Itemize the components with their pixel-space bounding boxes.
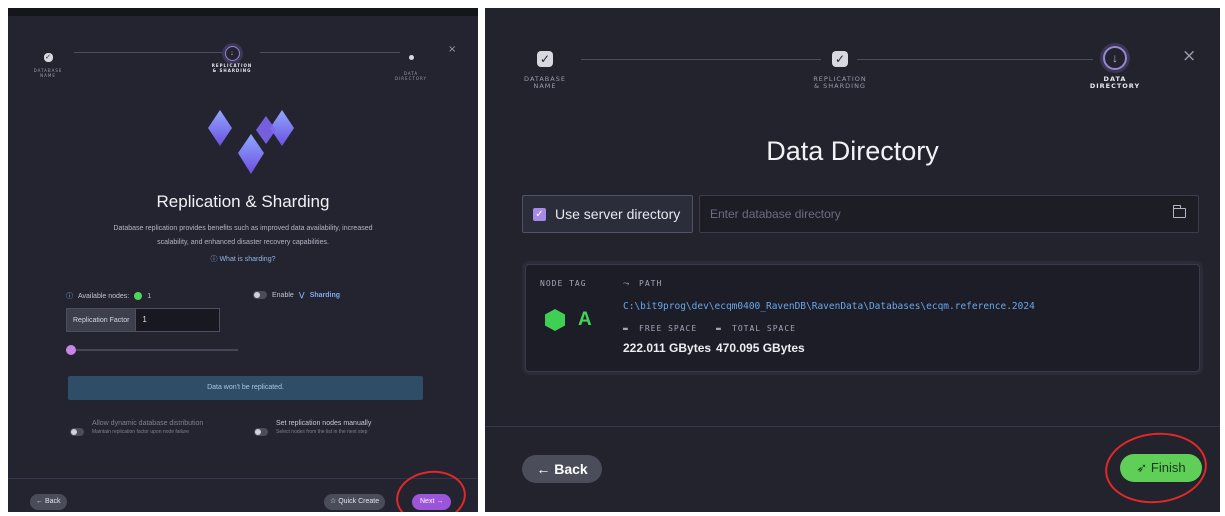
back-button[interactable]: ← Back: [522, 455, 602, 483]
stepper-line: [260, 52, 400, 53]
drive-icon: ▬: [716, 324, 722, 333]
step-data-directory-label: DATA DIRECTORY: [1089, 75, 1141, 91]
stepper-line: [857, 59, 1093, 60]
quick-create-label: Quick Create: [338, 498, 380, 505]
back-label: Back: [554, 461, 588, 477]
quick-create-button[interactable]: ☆ Quick Create: [324, 494, 386, 510]
dynamic-distribution-text: Allow dynamic database distribution Main…: [92, 420, 203, 435]
description-text: Database replication provides benefits s…: [113, 225, 373, 246]
info-banner: Data won't be replicated.: [68, 376, 423, 400]
available-nodes-count: 1: [147, 292, 152, 300]
path-icon: ⤳: [623, 279, 631, 288]
node-tag-label: NODE TAG: [540, 279, 587, 288]
what-is-sharding-link[interactable]: ⓘ What is sharding?: [8, 254, 478, 264]
replication-factor-label: Replication Factor: [66, 308, 137, 332]
drive-icon: ▬: [623, 324, 629, 333]
check-icon: ✓: [43, 52, 53, 62]
enable-label: Enable: [272, 291, 294, 299]
dynamic-distribution-subtitle: Maintain replication factor upon node fa…: [92, 429, 190, 435]
dynamic-distribution-title: Allow dynamic database distribution: [92, 420, 204, 427]
sharding-label: Sharding: [309, 291, 341, 299]
total-space-value: 470.095 GBytes: [716, 341, 805, 355]
close-icon[interactable]: ×: [448, 44, 456, 55]
replication-factor-field: Replication Factor 1: [66, 308, 221, 332]
star-icon: ☆: [330, 498, 337, 505]
manual-nodes-text: Set replication nodes manually Select no…: [276, 420, 371, 435]
page-title: Data Directory: [766, 136, 939, 166]
arrow-left-icon: ←: [36, 498, 43, 505]
what-is-sharding-label: What is sharding?: [219, 256, 276, 263]
arrow-left-icon: ←: [536, 461, 551, 477]
step-data-directory[interactable]: DATA DIRECTORY: [388, 47, 434, 81]
step-database-name[interactable]: ✓ DATABASE NAME: [515, 50, 575, 91]
toggle-switch[interactable]: [254, 428, 268, 436]
enable-sharding-toggle[interactable]: Enable ⋁ Sharding: [253, 291, 340, 299]
info-icon: ⓘ: [210, 256, 218, 263]
manual-nodes-subtitle: Select nodes from the list in the next s…: [276, 429, 368, 435]
check-icon: ✓: [832, 51, 848, 67]
check-icon: ✓: [537, 51, 553, 67]
use-server-directory-label: Use server directory: [555, 206, 681, 222]
manual-nodes-toggle[interactable]: Set replication nodes manually Select no…: [254, 420, 371, 436]
page-title: Replication & Sharding: [156, 192, 330, 211]
total-space-label: TOTAL SPACE: [732, 324, 796, 333]
path-label: PATH: [639, 279, 663, 288]
pending-dot-icon: [408, 55, 414, 60]
footer-divider: [485, 426, 1220, 427]
toggle-switch[interactable]: [253, 291, 267, 299]
database-directory-input[interactable]: Enter database directory: [699, 195, 1199, 233]
slider-handle[interactable]: [66, 345, 76, 355]
path-value: C:\bit9prog\dev\ecqm0400_RavenDB\RavenDa…: [623, 301, 1035, 312]
available-nodes: ⓘ Available nodes: 1: [66, 291, 151, 301]
toggle-switch[interactable]: [70, 428, 84, 436]
free-space-value: 222.011 GBytes: [623, 341, 712, 355]
stepper-line: [581, 59, 821, 60]
folder-icon[interactable]: [1172, 205, 1186, 218]
use-server-directory-checkbox[interactable]: ✓ Use server directory: [522, 195, 693, 233]
annotation-circle: [1101, 427, 1211, 509]
step-replication-sharding[interactable]: ✓ REPLICATION & SHARDING: [795, 50, 885, 91]
free-space-label: FREE SPACE: [639, 324, 698, 333]
node-directory-card: NODE TAG A ⤳ PATH C:\bit9prog\dev\ecqm04…: [525, 264, 1200, 372]
annotation-circle: [392, 466, 470, 512]
node-hexagon-icon: [545, 309, 565, 331]
back-label: Back: [44, 498, 61, 505]
close-icon[interactable]: ×: [1182, 46, 1196, 66]
replication-sharding-dialog: ✓ DATABASE NAME ↓ REPLICATION & SHARDING…: [8, 8, 478, 512]
node-status-icon: [134, 292, 143, 300]
directory-placeholder: Enter database directory: [710, 207, 841, 221]
step-replication-sharding-label: REPLICATION & SHARDING: [211, 63, 253, 73]
dynamic-distribution-toggle[interactable]: Allow dynamic database distribution Main…: [70, 420, 203, 436]
replication-factor-slider[interactable]: [66, 349, 238, 351]
step-database-name-label: DATABASE NAME: [33, 68, 63, 78]
sharding-icon: ⋁: [298, 292, 305, 299]
step-data-directory[interactable]: ↓ DATA DIRECTORY: [1082, 46, 1148, 91]
download-icon: ↓: [224, 46, 240, 61]
step-database-name-label: DATABASE NAME: [524, 75, 566, 91]
node-tag: A: [578, 309, 592, 330]
step-database-name[interactable]: ✓ DATABASE NAME: [26, 46, 70, 78]
data-directory-dialog: ✓ DATABASE NAME ✓ REPLICATION & SHARDING…: [485, 8, 1220, 512]
download-icon: ↓: [1103, 46, 1127, 70]
step-replication-sharding-label: REPLICATION & SHARDING: [813, 75, 867, 91]
checkbox-checked-icon[interactable]: ✓: [533, 207, 546, 221]
replication-factor-input[interactable]: 1: [136, 308, 221, 332]
back-button[interactable]: ← Back: [30, 494, 67, 510]
info-icon: ⓘ: [66, 293, 73, 300]
step-replication-sharding[interactable]: ↓ REPLICATION & SHARDING: [200, 42, 264, 73]
manual-nodes-title: Set replication nodes manually: [276, 420, 372, 427]
available-nodes-label: Available nodes:: [78, 292, 130, 300]
step-data-directory-label: DATA DIRECTORY: [395, 71, 427, 81]
sharding-logo-icon: [208, 110, 294, 174]
